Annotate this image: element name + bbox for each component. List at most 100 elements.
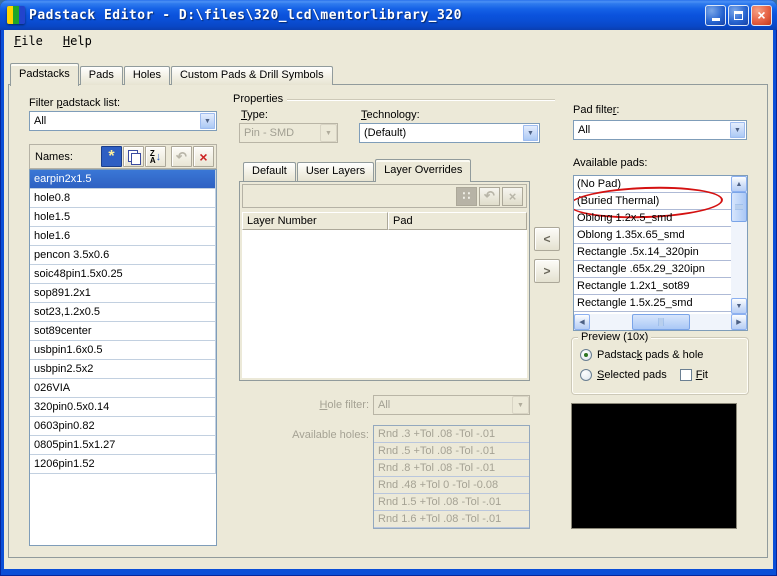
vertical-scrollbar[interactable]: ▲ ▼ xyxy=(731,176,747,314)
hole-item: Rnd .48 +Tol 0 -Tol -0.08 xyxy=(374,477,529,494)
layer-tab[interactable]: Default xyxy=(243,162,296,181)
hole-filter-combo: All ▼ xyxy=(373,395,530,415)
minimize-icon xyxy=(711,18,720,21)
minimize-button[interactable] xyxy=(705,4,726,26)
padstack-name-item[interactable]: 1206pin1.52 xyxy=(30,455,216,474)
chevron-down-icon[interactable]: ▼ xyxy=(199,112,216,130)
padstack-name-item[interactable]: usbpin1.6x0.5 xyxy=(30,341,216,360)
padstack-preview-canvas[interactable] xyxy=(571,403,737,529)
padstacks-tab-page: Filter padstack list: All ▼ Names: * Z A ↓… xyxy=(8,84,768,558)
padstack-name-item[interactable]: earpin2x1.5 xyxy=(30,170,216,189)
padstack-name-item[interactable]: 320pin0.5x0.14 xyxy=(30,398,216,417)
layer-table-header: Layer Number Pad xyxy=(242,212,527,230)
preview-group: Preview (10x) Padstack pads & hole Selec… xyxy=(571,331,749,395)
column-layer-number[interactable]: Layer Number xyxy=(242,212,388,230)
menu-help[interactable]: Help xyxy=(60,33,95,49)
pad-item[interactable]: (No Pad) xyxy=(574,176,731,193)
fit-label: Fit xyxy=(695,369,708,381)
chevron-down-icon[interactable]: ▼ xyxy=(729,121,746,139)
delete-padstack-button[interactable]: × xyxy=(193,146,214,167)
radio-button[interactable] xyxy=(580,349,592,361)
padstack-name-item[interactable]: sot89center xyxy=(30,322,216,341)
add-override-button: ∷ xyxy=(456,186,477,206)
scroll-right-icon[interactable]: ▶ xyxy=(731,314,747,330)
padstack-name-item[interactable]: pencon 3.5x0.6 xyxy=(30,246,216,265)
hole-item: Rnd .8 +Tol .08 -Tol -.01 xyxy=(374,460,529,477)
copy-padstack-button[interactable] xyxy=(123,146,144,167)
column-pad[interactable]: Pad xyxy=(388,212,527,230)
padstack-editor-window: Padstack Editor - D:\files\320_lcd\mento… xyxy=(0,0,777,576)
hole-item: Rnd .5 +Tol .08 -Tol -.01 xyxy=(374,443,529,460)
vertical-scroll-thumb[interactable] xyxy=(731,192,747,222)
hole-item: Rnd 1.6 +Tol .08 -Tol -.01 xyxy=(374,511,529,528)
new-star-icon: * xyxy=(108,147,115,165)
padstack-name-item[interactable]: soic48pin1.5x0.25 xyxy=(30,265,216,284)
undo-icon: ↶ xyxy=(484,188,495,203)
undo-rename-button: ↶ xyxy=(171,146,192,167)
main-tabs: Padstacks Pads Holes Custom Pads & Drill Sy… xyxy=(10,62,334,86)
chevron-down-icon[interactable]: ▼ xyxy=(522,124,539,142)
scroll-down-icon[interactable]: ▼ xyxy=(731,298,747,314)
technology-combo[interactable]: (Default) ▼ xyxy=(359,123,540,143)
padstack-name-item[interactable]: sop891.2x1 xyxy=(30,284,216,303)
radio-padstack-pads-hole[interactable]: Padstack pads & hole xyxy=(580,349,703,361)
pad-item[interactable]: Rectangle .5x.14_320pin xyxy=(574,244,731,261)
layer-tab[interactable]: User Layers xyxy=(296,162,375,181)
main-tab[interactable]: Pads xyxy=(79,66,123,85)
delete-x-icon: × xyxy=(508,188,517,204)
menu-bar: File Help xyxy=(4,30,773,52)
padstack-name-item[interactable]: hole1.5 xyxy=(30,208,216,227)
pad-item[interactable]: Rectangle 1.5x.25_smd xyxy=(574,295,731,312)
layer-overrides-panel: ∷ ↶ × Layer Number Pad xyxy=(239,181,530,381)
hole-filter-value: All xyxy=(378,399,391,411)
scroll-up-icon[interactable]: ▲ xyxy=(731,176,747,192)
delete-x-icon: × xyxy=(199,148,208,165)
fit-checkbox-wrap[interactable]: Fit xyxy=(679,369,708,381)
delete-override-button: × xyxy=(502,186,523,206)
titlebar[interactable]: Padstack Editor - D:\files\320_lcd\mento… xyxy=(0,0,777,30)
pad-item[interactable]: Oblong 1.2x.5_smd xyxy=(574,210,731,227)
client-area: File Help Padstacks Pads Holes Custom Pads … xyxy=(4,30,773,569)
available-pads-label: Available pads: xyxy=(573,157,648,169)
pad-filter-combo[interactable]: All ▼ xyxy=(573,120,747,140)
close-button[interactable]: × xyxy=(751,4,772,26)
move-pad-left-button[interactable]: < xyxy=(534,227,560,251)
horizontal-scrollbar[interactable]: ◀ ▶ xyxy=(574,314,747,330)
padstack-name-item[interactable]: 026VIA xyxy=(30,379,216,398)
menu-file[interactable]: File xyxy=(11,33,46,49)
filter-padstack-combo[interactable]: All ▼ xyxy=(29,111,217,131)
padstack-name-item[interactable]: hole1.6 xyxy=(30,227,216,246)
hole-item: Rnd 1.5 +Tol .08 -Tol -.01 xyxy=(374,494,529,511)
padstack-name-item[interactable]: usbpin2.5x2 xyxy=(30,360,216,379)
main-tab[interactable]: Holes xyxy=(123,66,170,85)
padstack-name-item[interactable]: sot23,1.2x0.5 xyxy=(30,303,216,322)
main-tab[interactable]: Padstacks xyxy=(10,63,79,86)
sort-names-button[interactable]: Z A ↓ xyxy=(145,146,166,167)
pad-item[interactable]: Rectangle 1.2x1_sot89 xyxy=(574,278,731,295)
pad-item[interactable]: (Buried Thermal) xyxy=(574,193,731,210)
new-padstack-button[interactable]: * xyxy=(101,146,122,167)
pad-item[interactable]: Oblong 1.35x.65_smd xyxy=(574,227,731,244)
padstack-name-item[interactable]: 0603pin0.82 xyxy=(30,417,216,436)
available-pads-list[interactable]: (No Pad) (Buried Thermal) Oblong 1.2x.5_sm… xyxy=(574,176,731,314)
filter-padstack-label: Filter padstack list: xyxy=(29,97,121,109)
radio-selected-pads[interactable]: Selected pads Fit xyxy=(580,369,708,381)
padstack-names-list[interactable]: earpin2x1.5 hole0.8 hole1.5 hole1.6 pencon 3… xyxy=(29,169,217,546)
maximize-icon xyxy=(734,10,743,20)
layer-table-body[interactable] xyxy=(242,230,527,378)
maximize-button[interactable] xyxy=(728,4,749,26)
layer-overrides-toolbar: ∷ ↶ × xyxy=(242,184,527,208)
pad-item[interactable]: Rectangle .65x.29_320ipn xyxy=(574,261,731,278)
main-tab[interactable]: Custom Pads & Drill Symbols xyxy=(170,66,333,85)
horizontal-scroll-thumb[interactable] xyxy=(631,314,690,330)
padstack-name-item[interactable]: hole0.8 xyxy=(30,189,216,208)
type-combo: Pin - SMD ▼ xyxy=(239,123,338,143)
hole-item: Rnd .3 +Tol .08 -Tol -.01 xyxy=(374,426,529,443)
layer-tab[interactable]: Layer Overrides xyxy=(375,159,472,182)
scroll-left-icon[interactable]: ◀ xyxy=(574,314,590,330)
preview-group-title: Preview (10x) xyxy=(578,331,652,343)
move-pad-right-button[interactable]: > xyxy=(534,259,560,283)
fit-checkbox[interactable] xyxy=(679,369,692,381)
padstack-name-item[interactable]: 0805pin1.5x1.27 xyxy=(30,436,216,455)
radio-button[interactable] xyxy=(580,369,592,381)
